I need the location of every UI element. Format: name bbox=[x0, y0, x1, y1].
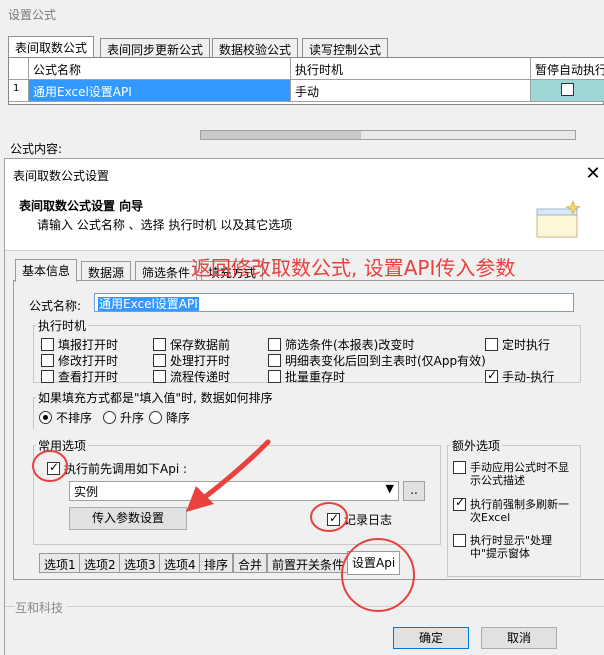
highlight-circle-call-api bbox=[32, 450, 68, 482]
annotation-overlay bbox=[32, 439, 415, 612]
annotation-text: 返回修改取数公式, 设置API传入参数 bbox=[191, 256, 516, 280]
arrow-head-icon bbox=[186, 486, 214, 512]
tab-basic-info[interactable]: 基本信息 bbox=[15, 259, 78, 282]
highlight-circle-set-api bbox=[341, 538, 415, 612]
arrow-line bbox=[202, 439, 271, 500]
highlight-circle-log bbox=[310, 502, 348, 532]
